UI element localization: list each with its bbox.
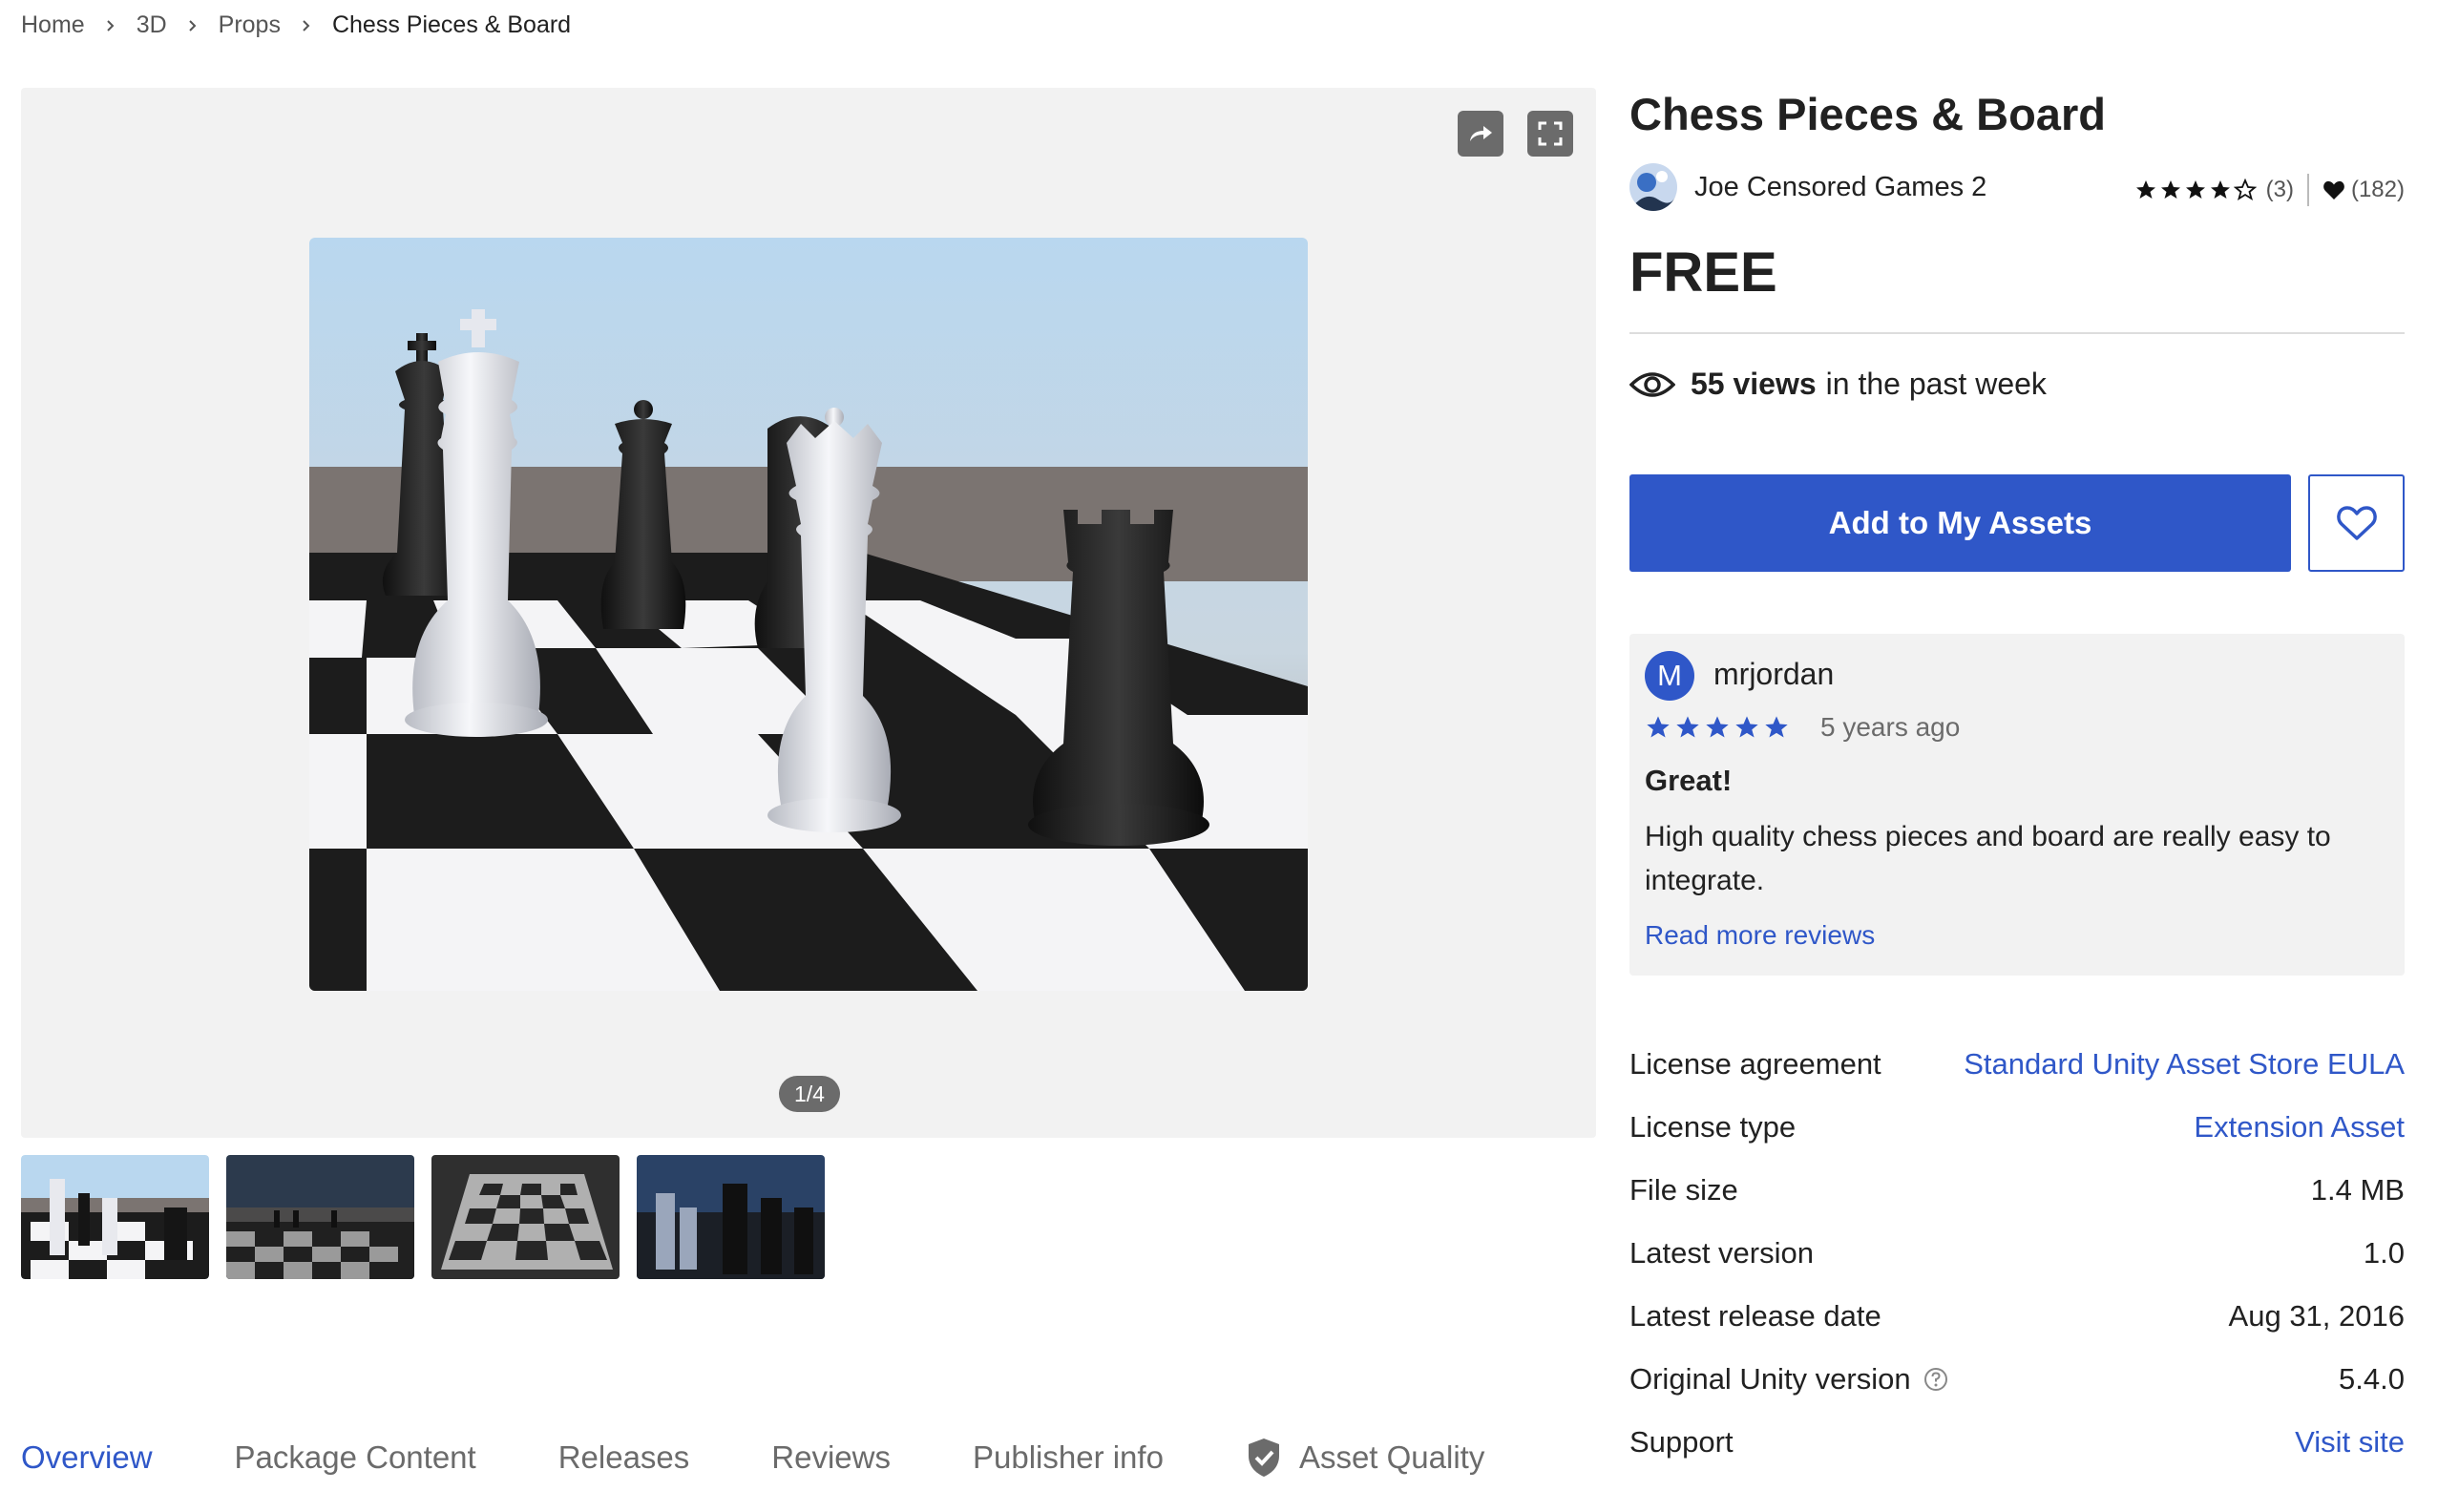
- rating-summary[interactable]: (3) (182): [2134, 174, 2405, 206]
- eye-icon: [1629, 371, 1675, 397]
- image-gallery: 1/4: [21, 88, 1596, 1138]
- star-outline-icon: [2233, 178, 2257, 200]
- star-icon: [1735, 716, 1758, 738]
- heart-outline-icon: [2336, 506, 2377, 540]
- chevron-right-icon: [186, 19, 200, 32]
- detail-row-license-agreement: License agreement Standard Unity Asset S…: [1629, 1033, 2405, 1096]
- detail-label: Support: [1629, 1425, 1734, 1459]
- fullscreen-icon: [1538, 121, 1563, 146]
- star-icon: [2160, 180, 2180, 199]
- wishlist-button[interactable]: [2308, 474, 2405, 572]
- detail-label: Latest release date: [1629, 1299, 1881, 1333]
- detail-label-unity-version: Original Unity version: [1629, 1362, 1949, 1396]
- tab-reviews[interactable]: Reviews: [771, 1439, 891, 1476]
- reviewer-avatar: M: [1645, 651, 1694, 701]
- rating-divider: [2306, 174, 2309, 206]
- publisher-row: Joe Censored Games 2 (3) (182): [1629, 162, 2405, 212]
- thumbnail-1[interactable]: [18, 1152, 212, 1282]
- breadcrumb: Home 3D Props Chess Pieces & Board: [21, 11, 571, 39]
- thumbnail-4[interactable]: [637, 1155, 825, 1279]
- chevron-right-icon: [300, 19, 313, 32]
- tab-package-content[interactable]: Package Content: [235, 1439, 476, 1476]
- breadcrumb-3d[interactable]: 3D: [137, 11, 167, 39]
- detail-label: File size: [1629, 1173, 1738, 1207]
- tab-asset-quality[interactable]: Asset Quality: [1246, 1437, 1484, 1479]
- help-icon[interactable]: [1923, 1366, 1949, 1393]
- detail-row-release-date: Latest release date Aug 31, 2016: [1629, 1285, 2405, 1348]
- detail-label: Latest version: [1629, 1236, 1814, 1270]
- views-info: 55 views in the past week: [1629, 367, 2047, 402]
- product-sidebar: Chess Pieces & Board Joe Censored Games …: [1629, 88, 2405, 1459]
- review-date: 5 years ago: [1820, 712, 1961, 742]
- detail-row-file-size: File size 1.4 MB: [1629, 1159, 2405, 1222]
- review-stars: [1645, 714, 1790, 741]
- shield-check-icon: [1248, 1438, 1279, 1477]
- star-icon: [1706, 716, 1729, 738]
- detail-row-latest-version: Latest version 1.0: [1629, 1222, 2405, 1285]
- detail-label: License type: [1629, 1110, 1797, 1144]
- unity-version-value: 5.4.0: [2339, 1362, 2405, 1396]
- star-icon: [2135, 180, 2155, 199]
- featured-review: M mrjordan 5 years ago Great! High quali…: [1629, 634, 2405, 976]
- share-button[interactable]: [1458, 111, 1503, 157]
- price: FREE: [1629, 242, 1777, 304]
- publisher-avatar[interactable]: [1629, 163, 1677, 211]
- product-tabs: Overview Package Content Releases Review…: [21, 1437, 1566, 1479]
- breadcrumb-props[interactable]: Props: [219, 11, 281, 39]
- file-size-value: 1.4 MB: [2310, 1173, 2405, 1207]
- tab-releases[interactable]: Releases: [558, 1439, 690, 1476]
- latest-version-value: 1.0: [2363, 1236, 2405, 1270]
- visit-site-link[interactable]: Visit site: [2295, 1425, 2405, 1460]
- thumbnail-3[interactable]: [431, 1155, 620, 1279]
- heart-icon: [2323, 180, 2344, 200]
- breadcrumb-current: Chess Pieces & Board: [331, 11, 572, 38]
- rating-count: (3): [2265, 177, 2294, 202]
- star-icon: [1765, 716, 1788, 738]
- product-details: License agreement Standard Unity Asset S…: [1629, 1033, 2405, 1474]
- image-pager: 1/4: [779, 1076, 840, 1112]
- detail-row-license-type: License type Extension Asset: [1629, 1096, 2405, 1159]
- share-icon: [1470, 126, 1492, 141]
- main-product-image[interactable]: [309, 238, 1308, 991]
- detail-label: License agreement: [1629, 1047, 1881, 1081]
- star-icon: [2210, 180, 2230, 199]
- detail-label: Original Unity version: [1629, 1362, 1911, 1396]
- views-period: in the past week: [1825, 367, 2047, 401]
- tab-publisher-info[interactable]: Publisher info: [973, 1439, 1164, 1476]
- star-icon: [2185, 180, 2205, 199]
- add-to-my-assets-button[interactable]: Add to My Assets: [1629, 474, 2291, 572]
- tab-overview[interactable]: Overview: [21, 1439, 153, 1476]
- favorites-count: (182): [2350, 177, 2405, 202]
- views-count: 55 views: [1691, 367, 1817, 401]
- detail-row-support: Support Visit site: [1629, 1411, 2405, 1474]
- license-agreement-link[interactable]: Standard Unity Asset Store EULA: [1964, 1047, 2405, 1082]
- reviewer-name: mrjordan: [1713, 657, 1835, 691]
- star-icon: [1676, 716, 1699, 738]
- review-body: High quality chess pieces and board are …: [1645, 821, 2331, 896]
- release-date-value: Aug 31, 2016: [2228, 1299, 2405, 1333]
- star-icon: [1647, 716, 1670, 738]
- review-title: Great!: [1645, 764, 1733, 797]
- thumbnail-2[interactable]: [226, 1155, 414, 1279]
- license-type-link[interactable]: Extension Asset: [2194, 1110, 2405, 1144]
- chevron-right-icon: [104, 19, 117, 32]
- thumbnail-strip: [18, 1152, 825, 1282]
- publisher-name[interactable]: Joe Censored Games 2: [1694, 172, 1986, 203]
- fullscreen-button[interactable]: [1527, 111, 1573, 157]
- read-more-reviews-link[interactable]: Read more reviews: [1645, 920, 1875, 951]
- breadcrumb-home[interactable]: Home: [21, 11, 85, 39]
- detail-row-unity-version: Original Unity version 5.4.0: [1629, 1348, 2405, 1411]
- tab-asset-quality-label: Asset Quality: [1298, 1439, 1485, 1475]
- rating-stars: [2134, 178, 2257, 201]
- divider: [1629, 332, 2405, 334]
- product-title: Chess Pieces & Board: [1629, 89, 2106, 139]
